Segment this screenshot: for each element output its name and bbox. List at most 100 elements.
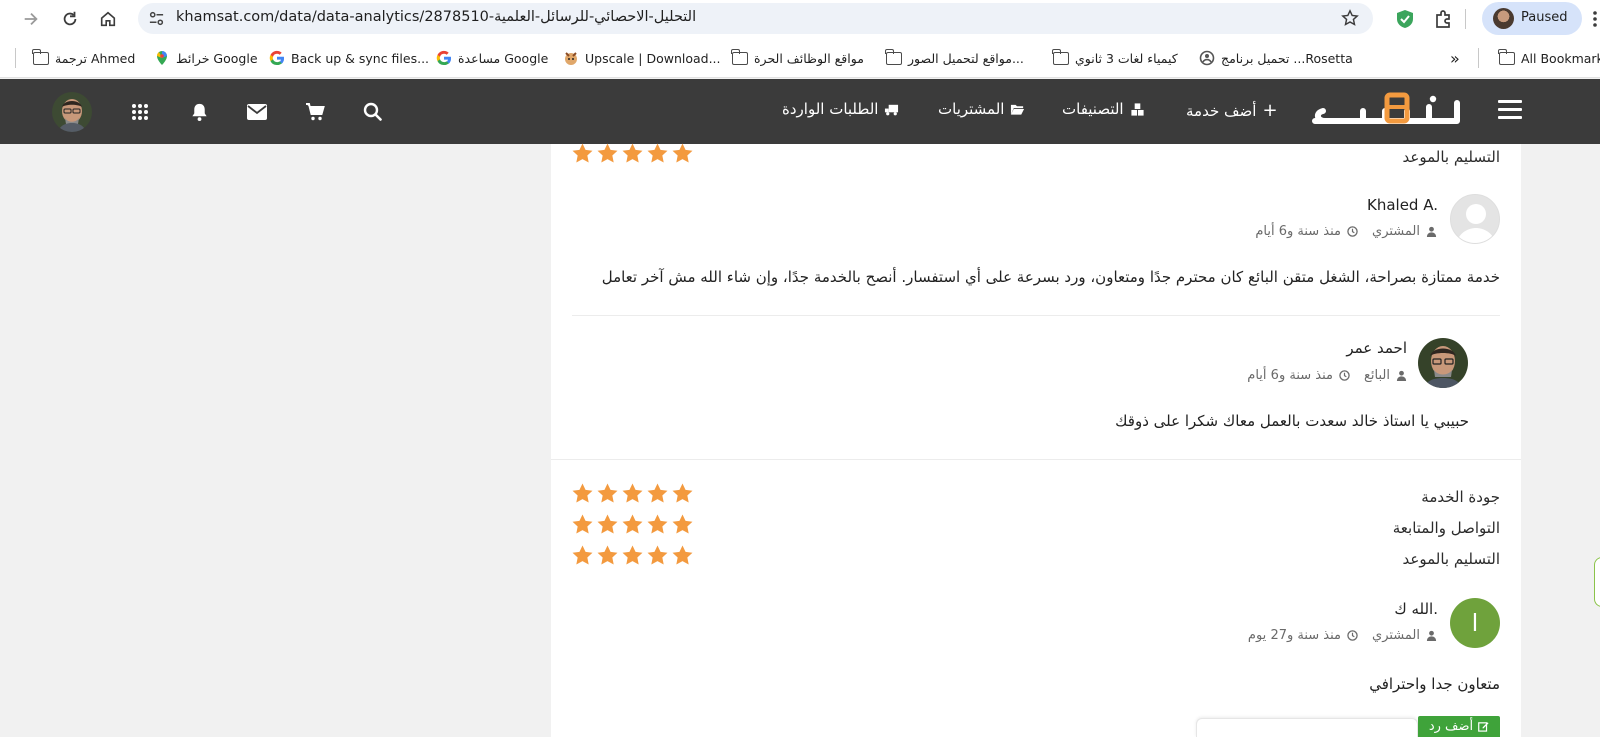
site-settings-icon[interactable]: [148, 10, 165, 27]
bookmark-google-maps[interactable]: خرائط Google: [154, 47, 258, 69]
stars-row-top: [572, 143, 693, 163]
user-icon: [1426, 630, 1437, 641]
apps-grid-icon[interactable]: [129, 101, 151, 123]
review-text: متعاون جدا واحترافي: [1369, 675, 1500, 693]
address-bar[interactable]: khamsat.com/data/data-analytics/2878510-…: [138, 3, 1373, 34]
bookmarks-overflow-button[interactable]: »: [1450, 47, 1460, 69]
clock-icon: [1347, 226, 1358, 237]
plus-icon: +: [1262, 100, 1278, 121]
edit-icon: [1478, 722, 1489, 732]
bookmark-folder-freelance[interactable]: مواقع الوظائف الحرة: [731, 47, 864, 69]
reviewer-role: المشتري: [1372, 224, 1420, 239]
nav-incoming-orders[interactable]: الطلبات الواردة: [782, 100, 899, 118]
star-icon: [647, 514, 668, 534]
review-meta: المشتري منذ سنة و27 يوم: [1248, 628, 1437, 643]
truck-icon: [885, 104, 899, 115]
review-divider: [572, 315, 1500, 316]
all-bookmarks-label: All Bookmarks: [1521, 50, 1600, 66]
search-icon[interactable]: [362, 101, 384, 123]
maps-pin-icon: [157, 51, 167, 65]
bookmark-rosetta[interactable]: تحميل برنامج ...Rosetta: [1199, 47, 1353, 69]
bookmarks-divider-left: [15, 48, 16, 68]
add-reply-button[interactable]: أضف رد: [1418, 716, 1500, 737]
star-icon: [572, 143, 593, 163]
all-bookmarks-button[interactable]: All Bookmarks: [1498, 47, 1600, 69]
stars-row-delivery: [572, 545, 693, 565]
nav-purchases[interactable]: المشتريات: [938, 100, 1025, 118]
reviewer-name[interactable]: الله ك.: [1394, 600, 1438, 618]
extensions-puzzle-icon[interactable]: [1433, 9, 1453, 29]
nav-purchases-label: المشتريات: [938, 100, 1005, 118]
folder-icon: [32, 48, 49, 65]
add-reply-label: أضف رد: [1428, 719, 1474, 734]
reload-icon[interactable]: [57, 7, 83, 31]
reply-toolbar-popup[interactable]: [1196, 718, 1418, 737]
nav-categories[interactable]: التصنيفات: [1062, 100, 1145, 118]
reviewer-letter-avatar: ا: [1450, 598, 1500, 648]
bookmark-label: خرائط Google: [176, 50, 258, 66]
side-feedback-tab[interactable]: [1594, 557, 1600, 607]
bookmark-backup-sync[interactable]: Back up & sync files...: [269, 47, 429, 69]
bookmark-upscale[interactable]: Upscale | Download...: [563, 47, 721, 69]
review-divider: [551, 459, 1521, 460]
profile-avatar: [1493, 8, 1514, 29]
quality-rating-label: جودة الخدمة: [1421, 488, 1500, 506]
communication-rating-label: التواصل والمتابعة: [1392, 519, 1500, 537]
user-silhouette-icon: [1456, 204, 1496, 243]
hamburger-menu-icon[interactable]: [1498, 100, 1522, 122]
bookmarks-bar: ترجمة Ahmed خرائط Google Back up & sync …: [0, 38, 1600, 78]
bookmark-folder-images[interactable]: مواقع لتحميل الصور...: [885, 47, 1024, 69]
google-g-icon: [269, 50, 285, 66]
delivery-rating-label-top: التسليم بالموعد: [1402, 148, 1500, 166]
star-icon: [597, 143, 618, 163]
url-text[interactable]: khamsat.com/data/data-analytics/2878510-…: [176, 9, 696, 25]
seller-name[interactable]: احمد عمر: [1346, 339, 1407, 357]
bookmark-google-help[interactable]: مساعدة Google: [436, 47, 548, 69]
bookmark-label: Back up & sync files...: [291, 50, 430, 66]
bell-icon[interactable]: [188, 101, 210, 123]
nav-add-service-label: أضف خدمة: [1186, 101, 1257, 120]
star-icon: [622, 514, 643, 534]
reviewer-avatar-placeholder: [1450, 194, 1500, 244]
reply-time: منذ سنة و6 أيام: [1247, 368, 1333, 383]
bookmark-folder-ahmed[interactable]: ترجمة Ahmed: [32, 47, 135, 69]
star-icon: [572, 514, 593, 534]
seller-role: البائع: [1364, 368, 1390, 383]
bookmark-star-icon[interactable]: [1341, 9, 1359, 27]
star-icon: [597, 514, 618, 534]
nav-categories-label: التصنيفات: [1062, 100, 1124, 118]
folder-open-icon: [1011, 104, 1025, 115]
bookmark-folder-chemistry[interactable]: كيمياء لغات 3 ثانوي: [1052, 47, 1178, 69]
user-icon: [1426, 226, 1437, 237]
cart-icon[interactable]: [304, 101, 326, 123]
reply-text: حبيبي يا استاذ خالد سعدت بالعمل معاك شكر…: [1115, 412, 1469, 430]
star-icon: [647, 545, 668, 565]
star-icon: [672, 545, 693, 565]
upscale-icon: [565, 52, 577, 65]
browser-menu-icon[interactable]: [1590, 9, 1600, 29]
review-meta: المشتري منذ سنة و6 أيام: [1255, 224, 1437, 239]
star-icon: [672, 143, 693, 163]
nav-incoming-orders-label: الطلبات الواردة: [782, 100, 879, 118]
star-icon: [647, 483, 668, 503]
star-icon: [572, 483, 593, 503]
nav-add-service[interactable]: + أضف خدمة: [1186, 100, 1278, 121]
reply-meta: البائع منذ سنة و6 أيام: [1247, 368, 1407, 383]
profile-button[interactable]: Paused: [1482, 2, 1582, 35]
site-header: + أضف خدمة التصنيفات المشتريات الطلبات ا…: [0, 79, 1600, 144]
forward-icon[interactable]: [18, 7, 44, 31]
bookmark-label: مواقع لتحميل الصور...: [908, 50, 1024, 66]
bookmark-label: كيمياء لغات 3 ثانوي: [1075, 50, 1178, 66]
stars-row-quality: [572, 483, 693, 503]
khamsat-logo[interactable]: [1307, 91, 1467, 133]
review-time: منذ سنة و6 أيام: [1255, 224, 1342, 239]
star-icon: [622, 143, 643, 163]
review-text: خدمة ممتازة بصراحة، الشغل متقن البائع كا…: [601, 268, 1500, 286]
reviewer-name[interactable]: Khaled A.: [1367, 196, 1438, 214]
home-icon[interactable]: [95, 7, 121, 31]
envelope-icon[interactable]: [246, 101, 268, 123]
star-icon: [672, 483, 693, 503]
user-avatar[interactable]: [52, 92, 92, 132]
shield-extension-icon[interactable]: [1395, 9, 1415, 29]
rosetta-icon: [1199, 50, 1215, 66]
